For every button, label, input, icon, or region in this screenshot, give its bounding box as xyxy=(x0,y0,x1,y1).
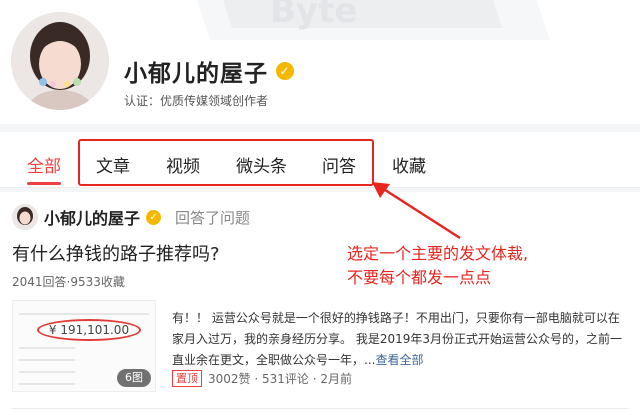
tab-qa[interactable]: 问答 xyxy=(322,152,356,177)
post-author-avatar[interactable] xyxy=(12,204,38,230)
read-more-link[interactable]: 查看全部 xyxy=(375,353,423,367)
annotation-line-2: 不要每个都发一点点 xyxy=(347,268,492,287)
tab-articles[interactable]: 文章 xyxy=(96,152,130,177)
question-title[interactable]: 有什么挣钱的路子推荐吗? xyxy=(12,240,220,266)
tab-favorites[interactable]: 收藏 xyxy=(392,152,426,177)
banner-watermark: Byte xyxy=(270,0,357,31)
banner-decoration: Byte xyxy=(196,0,550,40)
post-action-text: 回答了问题 xyxy=(175,209,251,227)
profile-page: Byte 小郁儿的屋子 ✓ 认证：优质传媒领域创作者 全部 文章 视频 微头条 … xyxy=(0,0,640,414)
profile-avatar[interactable] xyxy=(11,12,109,110)
tab-all[interactable]: 全部 xyxy=(27,152,61,177)
profile-name-row: 小郁儿的屋子 ✓ xyxy=(124,54,294,88)
feed-list: 小郁儿的屋子 ✓ 回答了问题 有什么挣钱的路子推荐吗? 2041回答·9533收… xyxy=(0,192,640,414)
annotation-note: 选定一个主要的发文体裁, 不要每个都发一点点 xyxy=(347,242,528,290)
post-excerpt[interactable]: 有！！ 运营公众号就是一个很好的挣钱路子！不用出门，只要你有一部电脑就可以在家月… xyxy=(172,308,630,371)
active-tab-indicator xyxy=(27,182,61,185)
divider xyxy=(12,408,628,409)
tab-videos[interactable]: 视频 xyxy=(166,152,200,177)
post-thumbnail[interactable]: ¥ 191,101.00 6图 xyxy=(12,300,156,392)
thumbnail-amount: ¥ 191,101.00 xyxy=(37,319,141,341)
profile-header: Byte 小郁儿的屋子 ✓ 认证：优质传媒领域创作者 xyxy=(0,0,640,124)
pinned-badge: 置顶 xyxy=(172,370,202,387)
verified-badge-icon: ✓ xyxy=(146,209,162,225)
post-meta-row: 置顶 3002赞 · 531评论 · 2月前 xyxy=(172,370,352,387)
profile-name: 小郁儿的屋子 xyxy=(124,61,268,87)
verified-badge-icon: ✓ xyxy=(276,62,294,80)
question-stats: 2041回答·9533收藏 xyxy=(12,275,125,289)
profile-certification: 认证：优质传媒领域创作者 xyxy=(124,94,269,108)
image-count-badge: 6图 xyxy=(117,369,151,387)
annotation-line-1: 选定一个主要的发文体裁, xyxy=(347,244,529,263)
tab-micro-posts[interactable]: 微头条 xyxy=(236,152,287,177)
post-meta: 3002赞 · 531评论 · 2月前 xyxy=(208,372,352,386)
post-author-name[interactable]: 小郁儿的屋子 xyxy=(44,205,140,229)
annotation-arrow-icon xyxy=(372,182,461,240)
post-author-row[interactable]: 小郁儿的屋子 ✓ xyxy=(44,205,162,229)
content-tabs: 全部 文章 视频 微头条 问答 收藏 xyxy=(0,132,640,188)
